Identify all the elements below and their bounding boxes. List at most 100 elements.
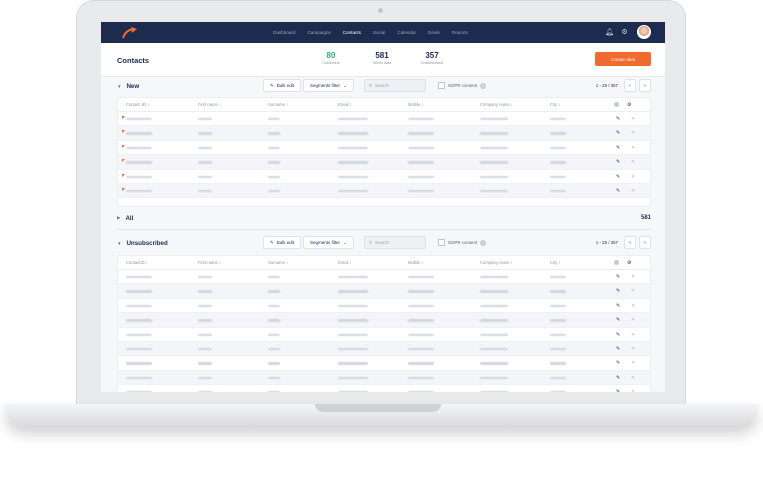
edit-icon[interactable]: ✎ — [616, 317, 620, 323]
gear-icon[interactable]: ⚙ — [621, 29, 628, 36]
edit-icon[interactable]: ✎ — [616, 360, 620, 366]
redacted-cell — [550, 391, 566, 392]
table-row[interactable]: ✎✕ — [118, 328, 650, 342]
edit-icon[interactable]: ✎ — [616, 346, 620, 352]
prev-page-button[interactable]: ‹ — [624, 236, 636, 249]
section-new-header[interactable]: ▼ New ✎ Bulk edit Segments filter ⌄ ⚲ Searc… — [117, 77, 651, 95]
delete-icon[interactable]: ✕ — [631, 188, 635, 194]
delete-icon[interactable]: ✕ — [631, 116, 635, 122]
bulk-edit-button[interactable]: ✎ Bulk edit — [263, 79, 302, 92]
column-header[interactable]: Company name ↕ — [480, 260, 513, 265]
delete-icon[interactable]: ✕ — [631, 274, 635, 280]
edit-icon[interactable]: ✎ — [616, 145, 620, 151]
table-row[interactable]: ✎✕ — [118, 313, 650, 328]
delete-icon[interactable]: ✕ — [631, 303, 635, 309]
info-icon[interactable]: i — [480, 82, 487, 89]
section-all-header[interactable]: ▶ All — [117, 209, 651, 227]
table-row[interactable]: ✎✕ — [118, 183, 650, 199]
gdpr-filter[interactable]: GDPR consent i — [437, 239, 487, 246]
edit-icon[interactable]: ✎ — [616, 159, 620, 165]
edit-icon[interactable]: ✎ — [616, 375, 620, 381]
column-header[interactable]: Email ↕ — [338, 260, 352, 265]
bulk-edit-button[interactable]: ✎ Bulk edit — [263, 236, 302, 249]
info-icon[interactable] — [614, 260, 619, 265]
delete-icon[interactable]: ✕ — [631, 145, 635, 151]
info-icon[interactable] — [614, 102, 619, 107]
edit-icon[interactable]: ✎ — [616, 303, 620, 309]
gear-icon[interactable]: ⚙ — [627, 260, 631, 266]
create-deal-button[interactable]: Create deal — [595, 52, 651, 66]
column-header[interactable]: First name ↕ — [198, 260, 221, 265]
info-icon[interactable]: i — [480, 239, 487, 246]
table-row[interactable]: ✎✕ — [118, 126, 650, 141]
pencil-icon: ✎ — [270, 239, 274, 245]
nav-link[interactable]: Deals — [422, 30, 446, 35]
search-input[interactable]: ⚲ Search — [363, 236, 426, 249]
column-header[interactable]: City ↕ — [550, 102, 560, 107]
nav-link[interactable]: Campaigns — [301, 30, 336, 35]
column-header[interactable]: Mobile ↕ — [408, 102, 424, 107]
prev-page-button[interactable]: ‹ — [624, 79, 636, 92]
edit-icon[interactable]: ✎ — [616, 116, 620, 122]
nav-link[interactable]: Contacts — [337, 30, 367, 35]
column-header[interactable]: Surname ↕ — [268, 102, 288, 107]
column-header[interactable]: City ↕ — [550, 260, 560, 265]
column-header[interactable]: Mobile ↕ — [408, 260, 424, 265]
delete-icon[interactable]: ✕ — [631, 317, 635, 323]
chevron-down-icon[interactable]: ▼ — [117, 84, 121, 89]
delete-icon[interactable]: ✕ — [631, 360, 635, 366]
nav-link[interactable]: Social — [367, 30, 392, 35]
edit-icon[interactable]: ✎ — [616, 389, 620, 392]
column-header[interactable]: Email ↕ — [338, 102, 352, 107]
nav-link[interactable]: Calendar — [391, 30, 422, 35]
table-row[interactable]: ✎✕ — [118, 284, 650, 299]
table-row[interactable]: ✎✕ — [118, 385, 650, 392]
column-header[interactable]: Contact ID ↕ — [126, 102, 149, 107]
bell-icon[interactable]: 🔔︎ — [605, 29, 614, 36]
delete-icon[interactable]: ✕ — [631, 130, 635, 136]
table-row[interactable]: ✎✕ — [118, 141, 650, 156]
gdpr-checkbox[interactable] — [437, 239, 445, 246]
edit-icon[interactable]: ✎ — [616, 174, 620, 180]
nav-link[interactable]: Reports — [446, 30, 474, 35]
delete-icon[interactable]: ✕ — [631, 174, 635, 180]
table-row[interactable]: ✎✕ — [118, 155, 650, 170]
column-header[interactable]: Surname ↕ — [268, 260, 288, 265]
table-row[interactable]: ✎✕ — [118, 112, 650, 127]
edit-icon[interactable]: ✎ — [616, 188, 620, 194]
column-header[interactable]: ContactID ↕ — [126, 260, 148, 265]
table-row[interactable]: ✎✕ — [118, 356, 650, 371]
search-input[interactable]: ⚲ Search — [363, 79, 426, 92]
nav-link[interactable]: Dashboard — [267, 30, 301, 35]
delete-icon[interactable]: ✕ — [631, 389, 635, 392]
column-header[interactable]: First name ↕ — [198, 102, 221, 107]
edit-icon[interactable]: ✎ — [616, 288, 620, 294]
section-unsubscribed-header[interactable]: ▼ Unsubscribed ✎ Bulk edit Segments filte… — [117, 234, 651, 252]
avatar[interactable] — [637, 25, 651, 39]
next-page-button[interactable]: › — [639, 79, 651, 92]
gear-icon[interactable]: ⚙ — [627, 102, 631, 108]
table-row[interactable]: ✎✕ — [118, 341, 650, 357]
chevron-down-icon[interactable]: ▼ — [117, 241, 121, 246]
delete-icon[interactable]: ✕ — [631, 288, 635, 294]
delete-icon[interactable]: ✕ — [631, 346, 635, 352]
table-row[interactable]: ✎✕ — [118, 299, 650, 314]
edit-icon[interactable]: ✎ — [616, 332, 620, 338]
column-header[interactable]: Company name ↕ — [480, 102, 513, 107]
next-page-button[interactable]: › — [639, 236, 651, 249]
delete-icon[interactable]: ✕ — [631, 159, 635, 165]
segments-filter-button[interactable]: Segments filter ⌄ — [303, 236, 354, 249]
gdpr-checkbox[interactable] — [437, 82, 445, 89]
redacted-cell — [198, 333, 212, 336]
table-row[interactable]: ✎✕ — [118, 270, 650, 285]
gdpr-filter[interactable]: GDPR consent i — [437, 82, 487, 89]
delete-icon[interactable]: ✕ — [631, 375, 635, 381]
edit-icon[interactable]: ✎ — [616, 274, 620, 280]
edit-icon[interactable]: ✎ — [616, 130, 620, 136]
segments-filter-button[interactable]: Segments filter ⌄ — [303, 79, 354, 92]
delete-icon[interactable]: ✕ — [631, 332, 635, 338]
table-row[interactable]: ✎✕ — [118, 370, 650, 386]
chevron-right-icon[interactable]: ▶ — [117, 215, 120, 221]
table-row[interactable]: ✎✕ — [118, 170, 650, 184]
app-logo[interactable] — [121, 26, 139, 40]
